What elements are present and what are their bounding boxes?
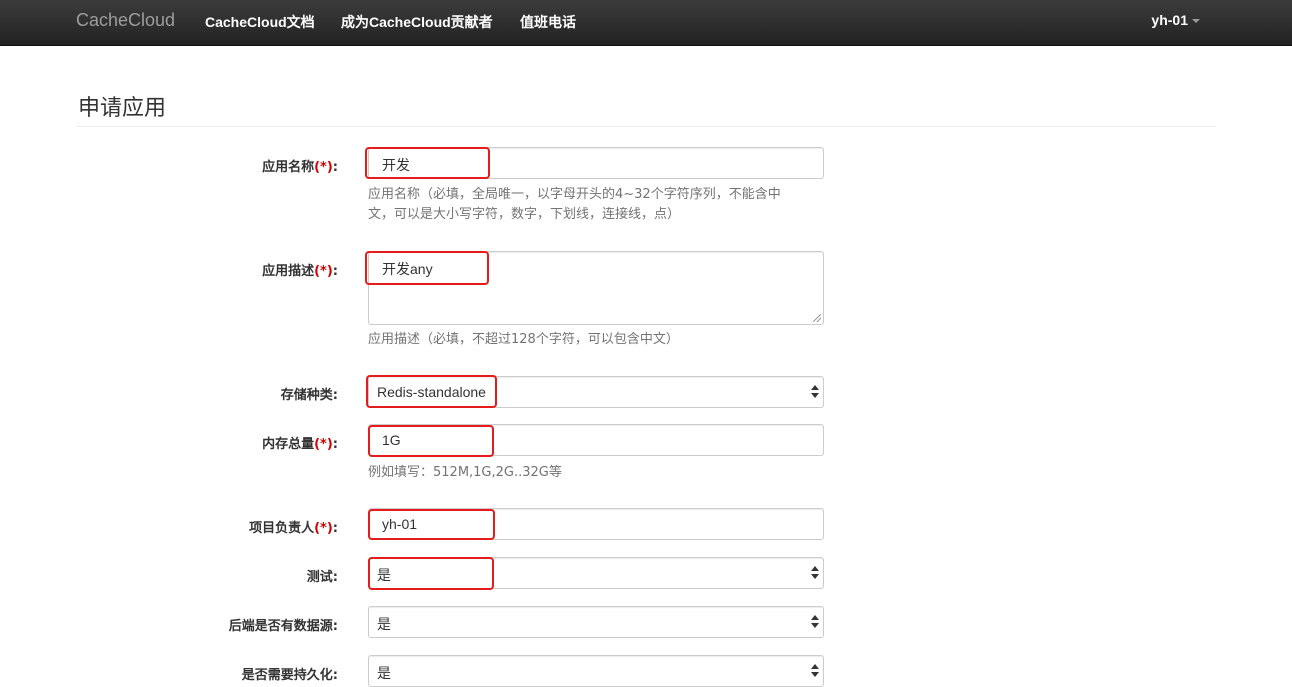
- highlight-box: [365, 251, 489, 285]
- has-datasource-label-text: 后端是否有数据源: [228, 619, 333, 634]
- select-arrows-icon: [811, 615, 819, 629]
- label-colon: :: [332, 570, 338, 585]
- required-mark: (*): [314, 521, 333, 536]
- test-label-text: 测试: [306, 570, 333, 585]
- nav-link-oncall[interactable]: 值班电话: [520, 12, 576, 32]
- owner-label-text: 项目负责人: [249, 521, 315, 536]
- need-persist-value: 是: [377, 665, 391, 681]
- resize-grip-icon[interactable]: [813, 314, 821, 322]
- app-desc-label-text: 应用描述: [262, 264, 315, 279]
- highlight-box: [368, 557, 494, 590]
- has-datasource-select[interactable]: [368, 606, 824, 638]
- nav-link-docs[interactable]: CacheCloud文档: [205, 12, 315, 32]
- app-name-label-text: 应用名称: [262, 160, 315, 175]
- label-colon: :: [332, 668, 338, 683]
- select-arrows-icon: [811, 385, 819, 399]
- label-colon: :: [332, 160, 338, 175]
- label-colon: :: [332, 437, 338, 452]
- owner-label: 项目负责人(*):: [0, 517, 338, 536]
- top-navbar: CacheCloud CacheCloud文档 成为CacheCloud贡献者 …: [0, 0, 1292, 46]
- title-divider: [76, 126, 1216, 127]
- required-mark: (*): [314, 160, 333, 175]
- highlight-box: [368, 509, 495, 540]
- highlight-box: [365, 147, 490, 179]
- need-persist-select[interactable]: [368, 655, 824, 687]
- label-colon: :: [332, 619, 338, 634]
- app-name-help: 应用名称（必填，全局唯一，以字母开头的4~32个字符序列，不能含中 文，可以是大…: [368, 185, 818, 225]
- memory-label: 内存总量(*):: [0, 433, 338, 452]
- highlight-box: [368, 425, 494, 457]
- brand-logo[interactable]: CacheCloud: [76, 10, 175, 31]
- app-desc-label: 应用描述(*):: [0, 260, 338, 279]
- required-mark: (*): [314, 437, 333, 452]
- select-arrows-icon: [811, 566, 819, 580]
- user-menu[interactable]: yh-01: [1151, 12, 1200, 28]
- test-label: 测试:: [0, 566, 338, 585]
- user-name: yh-01: [1151, 12, 1188, 28]
- app-name-help-line2: 文，可以是大小写字符，数字，下划线，连接线，点）: [368, 207, 681, 222]
- label-colon: :: [332, 521, 338, 536]
- label-colon: :: [332, 388, 338, 403]
- memory-label-text: 内存总量: [262, 437, 315, 452]
- highlight-box: [366, 375, 497, 408]
- need-persist-label-text: 是否需要持久化: [241, 668, 333, 683]
- has-datasource-label: 后端是否有数据源:: [0, 615, 338, 634]
- storage-type-label: 存储种类:: [0, 384, 338, 403]
- app-desc-help: 应用描述（必填，不超过128个字符，可以包含中文）: [368, 332, 679, 347]
- page-title: 申请应用: [78, 96, 167, 121]
- nav-link-contributor[interactable]: 成为CacheCloud贡献者: [341, 12, 493, 32]
- app-name-label: 应用名称(*):: [0, 156, 338, 175]
- memory-help: 例如填写：512M,1G,2G..32G等: [368, 465, 562, 480]
- select-arrows-icon: [811, 664, 819, 678]
- app-name-help-line1: 应用名称（必填，全局唯一，以字母开头的4~32个字符序列，不能含中: [368, 187, 781, 202]
- chevron-down-icon: [1192, 19, 1200, 24]
- storage-type-label-text: 存储种类: [280, 388, 333, 403]
- has-datasource-value: 是: [377, 616, 391, 632]
- need-persist-label: 是否需要持久化:: [0, 664, 338, 683]
- label-colon: :: [332, 264, 338, 279]
- required-mark: (*): [314, 264, 333, 279]
